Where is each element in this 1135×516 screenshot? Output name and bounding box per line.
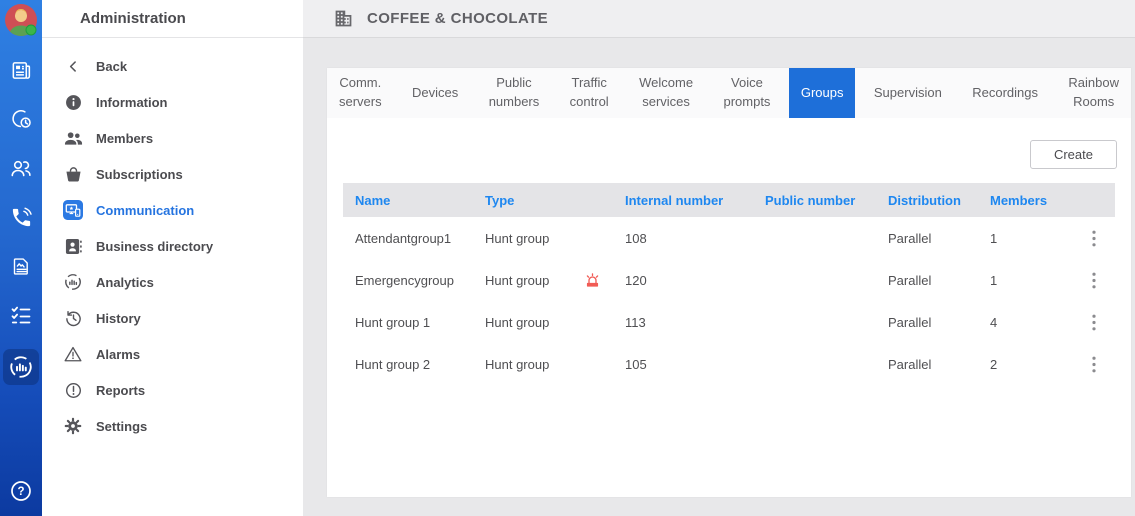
avatar-image <box>4 3 38 37</box>
sidebar-title: Administration <box>80 10 186 27</box>
row-menu-button[interactable] <box>1073 272 1115 289</box>
cell-name: Attendantgroup1 <box>343 231 473 246</box>
company-name: COFFEE & CHOCOLATE <box>367 10 548 27</box>
sidebar-item-business-directory[interactable]: Business directory <box>42 228 303 264</box>
cell-type: Hunt group <box>473 315 613 330</box>
warning-triangle-icon <box>62 346 84 362</box>
column-header-members[interactable]: Members <box>978 193 1073 208</box>
kebab-menu-icon <box>1092 314 1096 331</box>
chevron-left-icon <box>62 60 84 73</box>
address-book-icon <box>62 238 84 255</box>
exclamation-circle-icon <box>62 382 84 399</box>
call-history-icon[interactable] <box>5 104 37 134</box>
column-header-internal-number[interactable]: Internal number <box>613 193 753 208</box>
tab-bar: Comm. servers Devices Public numbers Tra… <box>327 68 1131 118</box>
sidebar-item-history[interactable]: History <box>42 300 303 336</box>
sidebar-item-information[interactable]: Information <box>42 84 303 120</box>
table-toolbar: Create <box>327 118 1131 183</box>
contacts-icon[interactable] <box>5 153 37 183</box>
cell-name: Emergencygroup <box>343 273 473 288</box>
admin-menu: Back Information Members <box>42 38 303 444</box>
column-header-public-number[interactable]: Public number <box>753 193 876 208</box>
gear-icon <box>62 417 84 435</box>
cell-members: 4 <box>978 315 1073 330</box>
cell-distribution: Parallel <box>876 231 978 246</box>
basket-icon <box>62 166 84 182</box>
sidebar-item-reports[interactable]: Reports <box>42 372 303 408</box>
communication-icon <box>62 200 84 220</box>
sidebar-item-back[interactable]: Back <box>42 48 303 84</box>
help-icon[interactable]: ? <box>5 476 37 506</box>
history-clock-icon <box>62 310 84 327</box>
files-icon[interactable] <box>5 251 37 281</box>
column-header-name[interactable]: Name <box>343 193 473 208</box>
tab-supervision[interactable]: Supervision <box>862 68 954 118</box>
company-header: COFFEE & CHOCOLATE <box>303 0 1135 38</box>
svg-text:?: ? <box>17 486 24 498</box>
building-icon <box>333 8 354 29</box>
column-header-distribution[interactable]: Distribution <box>876 193 978 208</box>
row-menu-button[interactable] <box>1073 314 1115 331</box>
analytics-donut-icon <box>62 273 84 291</box>
user-avatar[interactable] <box>4 3 38 37</box>
sidebar-item-alarms[interactable]: Alarms <box>42 336 303 372</box>
tab-comm-servers[interactable]: Comm. servers <box>327 68 394 118</box>
cell-internal-number: 108 <box>613 231 753 246</box>
cell-internal-number: 105 <box>613 357 753 372</box>
admin-sidebar: Administration Back Information Membe <box>42 0 303 516</box>
cell-members: 1 <box>978 273 1073 288</box>
cell-type: Hunt group <box>473 357 613 372</box>
tab-devices[interactable]: Devices <box>400 68 470 118</box>
analytics-rail-icon[interactable] <box>3 349 39 385</box>
sidebar-item-subscriptions[interactable]: Subscriptions <box>42 156 303 192</box>
sidebar-item-members[interactable]: Members <box>42 120 303 156</box>
tab-groups[interactable]: Groups <box>789 68 856 118</box>
groups-table: Name Type Internal number Public number … <box>343 183 1115 385</box>
main-area: COFFEE & CHOCOLATE Comm. servers Devices… <box>303 0 1135 516</box>
info-icon <box>62 94 84 111</box>
app-icon-rail: ? <box>0 0 42 516</box>
cell-type: Hunt group <box>473 272 613 289</box>
cell-members: 2 <box>978 357 1073 372</box>
cell-internal-number: 120 <box>613 273 753 288</box>
communication-card: Comm. servers Devices Public numbers Tra… <box>327 68 1131 497</box>
tasks-icon[interactable] <box>5 300 37 330</box>
table-row[interactable]: Emergencygroup Hunt group 120 <box>343 259 1115 301</box>
cell-distribution: Parallel <box>876 357 978 372</box>
tab-traffic-control[interactable]: Traffic control <box>558 68 621 118</box>
content-area: Comm. servers Devices Public numbers Tra… <box>303 38 1135 516</box>
cell-type: Hunt group <box>473 231 613 246</box>
table-row[interactable]: Attendantgroup1 Hunt group 108 Parallel … <box>343 217 1115 259</box>
calls-icon[interactable] <box>5 202 37 232</box>
row-menu-button[interactable] <box>1073 230 1115 247</box>
sidebar-item-communication[interactable]: Communication <box>42 192 303 228</box>
cell-name: Hunt group 1 <box>343 315 473 330</box>
emergency-alarm-icon <box>584 272 601 289</box>
bulletin-icon[interactable] <box>5 55 37 85</box>
cell-name: Hunt group 2 <box>343 357 473 372</box>
rail-icon-stack <box>3 55 39 385</box>
kebab-menu-icon <box>1092 272 1096 289</box>
tab-welcome-services[interactable]: Welcome services <box>627 68 705 118</box>
sidebar-header: Administration <box>42 0 303 38</box>
column-header-type[interactable]: Type <box>473 193 613 208</box>
cell-distribution: Parallel <box>876 273 978 288</box>
cell-internal-number: 113 <box>613 315 753 330</box>
table-row[interactable]: Hunt group 1 Hunt group 113 Parallel 4 <box>343 301 1115 343</box>
tab-voice-prompts[interactable]: Voice prompts <box>711 68 782 118</box>
row-menu-button[interactable] <box>1073 356 1115 373</box>
sidebar-item-settings[interactable]: Settings <box>42 408 303 444</box>
sidebar-item-analytics[interactable]: Analytics <box>42 264 303 300</box>
members-icon <box>62 131 84 146</box>
tab-rainbow-rooms[interactable]: Rainbow Rooms <box>1056 68 1131 118</box>
kebab-menu-icon <box>1092 356 1096 373</box>
tab-public-numbers[interactable]: Public numbers <box>477 68 552 118</box>
cell-members: 1 <box>978 231 1073 246</box>
create-button[interactable]: Create <box>1030 140 1117 169</box>
table-row[interactable]: Hunt group 2 Hunt group 105 Parallel 2 <box>343 343 1115 385</box>
table-header-row: Name Type Internal number Public number … <box>343 183 1115 217</box>
cell-distribution: Parallel <box>876 315 978 330</box>
tab-recordings[interactable]: Recordings <box>960 68 1050 118</box>
kebab-menu-icon <box>1092 230 1096 247</box>
